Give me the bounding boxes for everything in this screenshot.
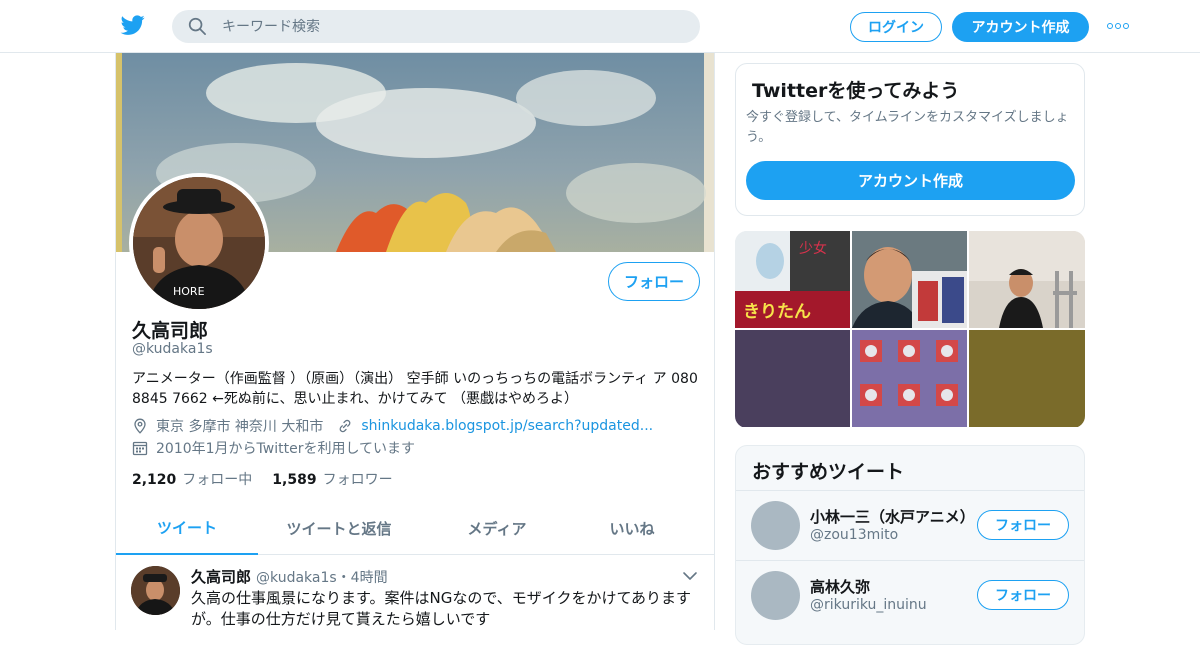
media-tile-2[interactable]: [852, 231, 967, 328]
media-tile-6[interactable]: [969, 330, 1085, 427]
profile-avatar[interactable]: HORE: [129, 173, 269, 313]
tab-tweets[interactable]: ツイート: [116, 501, 258, 555]
twitter-bird-icon[interactable]: [120, 13, 146, 37]
search-icon: [188, 17, 206, 35]
signup-button[interactable]: アカウント作成: [952, 12, 1089, 42]
media-tile-5[interactable]: [852, 330, 967, 427]
signup-card-title: Twitterを使ってみよう: [752, 80, 960, 102]
recommended-account-name[interactable]: 小林一三（水戸アニメ）: [810, 506, 975, 527]
media-tile-4[interactable]: [735, 330, 850, 427]
media-thumbnail-1: 少女 きりたん: [735, 231, 850, 328]
profile-tabs: ツイート ツイートと返信 メディア いいね: [116, 501, 714, 555]
tweet-header: 久高司郎 @kudaka1s ・4時間: [191, 566, 388, 587]
media-tile-1[interactable]: 少女 きりたん: [735, 231, 850, 328]
media-tile-1-subtext: 少女: [799, 240, 827, 257]
search-box[interactable]: [172, 10, 700, 43]
profile-joined-date: 2010年1月からTwitterを利用しています: [156, 441, 416, 457]
chevron-down-icon[interactable]: [682, 570, 698, 582]
tweet-avatar[interactable]: [131, 566, 180, 615]
media-thumbnail-4: [735, 330, 850, 427]
tweet-author-handle[interactable]: @kudaka1s: [256, 570, 337, 586]
location-pin-icon: [134, 418, 146, 434]
media-gallery: 少女 きりたん: [735, 231, 1085, 428]
recommended-follow-button[interactable]: フォロー: [977, 510, 1069, 540]
profile-column: HORE フォロー 久高司郎 @kudaka1s アニメーター（作画監督 ）（原…: [115, 53, 715, 630]
signup-card-button[interactable]: アカウント作成: [746, 161, 1075, 200]
media-thumbnail-3: [969, 231, 1085, 328]
recommended-account-handle[interactable]: @zou13mito: [810, 527, 898, 543]
signup-card-description: 今すぐ登録して、タイムラインをカスタマイズしましょう。: [746, 110, 1069, 145]
profile-handle[interactable]: @kudaka1s: [132, 341, 213, 357]
recommended-follow-button[interactable]: フォロー: [977, 580, 1069, 610]
media-tile-6-fill: [969, 330, 1085, 427]
recommended-account-name[interactable]: 高林久弥: [810, 576, 870, 597]
tweet-avatar-photo: [131, 566, 180, 615]
tab-tweets-and-replies[interactable]: ツイートと返信: [258, 501, 420, 555]
top-navigation-bar: ログイン アカウント作成: [0, 0, 1200, 53]
media-thumbnail-5: [852, 330, 967, 427]
media-thumbnail-6: [969, 330, 1085, 427]
following-label: フォロー中: [182, 472, 253, 488]
tweet-timestamp[interactable]: ・4時間: [337, 567, 388, 587]
tweet-author-name[interactable]: 久高司郎: [191, 566, 251, 587]
recommended-account-handle[interactable]: @rikuriku_inuinu: [810, 597, 927, 613]
profile-website-link[interactable]: shinkudaka.blogspot.jp/search?updated...: [361, 418, 653, 434]
profile-photo: HORE: [133, 177, 265, 309]
login-button[interactable]: ログイン: [850, 12, 942, 42]
profile-meta: 東京 多摩市 神奈川 大和市 shinkudaka.blogspot.jp/se…: [132, 416, 653, 436]
tweet-item[interactable]: 久高司郎 @kudaka1s ・4時間 久高の仕事風景になります。案件はNGなの…: [116, 556, 714, 630]
recommended-avatar[interactable]: [751, 571, 800, 620]
tab-media[interactable]: メディア: [420, 501, 574, 555]
media-tile-1-text: きりたん: [743, 302, 811, 322]
recommended-title: おすすめツイート: [752, 461, 905, 483]
profile-location: 東京 多摩市 神奈川 大和市: [156, 419, 324, 435]
link-icon: [339, 419, 351, 433]
more-options-icon[interactable]: [1107, 21, 1129, 31]
profile-joined: 2010年1月からTwitterを利用しています: [132, 438, 415, 458]
signup-promo-card: Twitterを使ってみよう 今すぐ登録して、タイムラインをカスタマイズしましょ…: [735, 63, 1085, 216]
media-thumbnail-2: [852, 231, 967, 328]
profile-name: 久高司郎: [132, 320, 209, 342]
followers-count: 1,589: [272, 472, 317, 488]
search-input[interactable]: [222, 10, 682, 43]
recommended-account-row[interactable]: 小林一三（水戸アニメ） @zou13mito フォロー: [736, 490, 1084, 560]
follow-button[interactable]: フォロー: [608, 262, 700, 301]
followers-label: フォロワー: [322, 472, 393, 488]
followers-stat[interactable]: 1,589 フォロワー: [272, 469, 392, 489]
recommended-account-row[interactable]: 高林久弥 @rikuriku_inuinu フォロー: [736, 560, 1084, 630]
profile-stats: 2,120 フォロー中 1,589 フォロワー: [132, 469, 413, 489]
tweet-text: 久高の仕事風景になります。案件はNGなので、モザイクをかけてありますが。仕事の仕…: [191, 589, 691, 628]
profile-bio: アニメーター（作画監督 ）（原画）（演出） 空手師 いのっちっちの電話ボランティ…: [132, 371, 698, 407]
following-stat[interactable]: 2,120 フォロー中: [132, 469, 252, 489]
media-tile-3[interactable]: [969, 231, 1085, 328]
recommended-accounts-card: おすすめツイート 小林一三（水戸アニメ） @zou13mito フォロー 高林久…: [735, 445, 1085, 645]
calendar-icon: [132, 441, 148, 456]
tab-likes[interactable]: いいね: [574, 501, 690, 555]
svg-text:HORE: HORE: [173, 285, 205, 298]
recommended-avatar[interactable]: [751, 501, 800, 550]
media-tile-4-fill: [735, 330, 850, 427]
following-count: 2,120: [132, 472, 177, 488]
